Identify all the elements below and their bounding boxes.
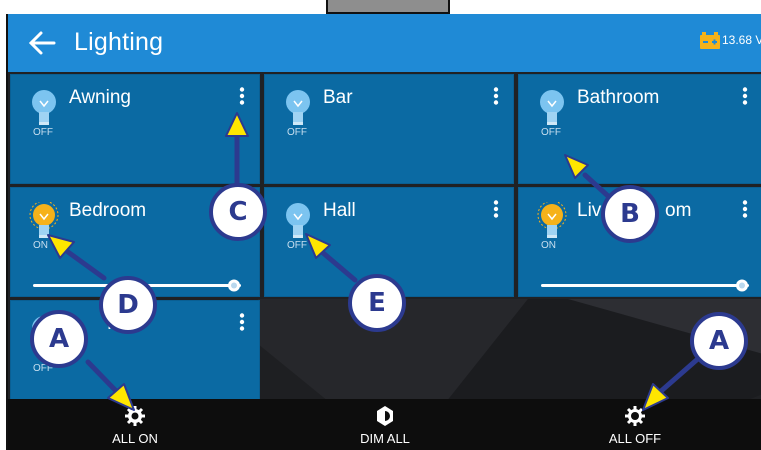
arrow-left-icon[interactable] <box>26 27 58 59</box>
tile-name: Bedroom <box>69 200 147 221</box>
callout-e: E <box>348 274 406 332</box>
bulb-off-icon <box>540 90 564 125</box>
battery-icon <box>700 32 720 49</box>
more-vert-icon[interactable] <box>493 200 499 218</box>
bulb-off-icon <box>286 90 310 125</box>
callout-a-right: A <box>690 312 748 370</box>
all-off-button[interactable]: ALL OFF <box>560 399 710 450</box>
tile-state: ON <box>541 240 556 251</box>
action-label: ALL OFF <box>608 431 662 446</box>
bulb-on-icon <box>537 202 567 238</box>
callout-b: B <box>601 185 659 243</box>
top-tab-decoration <box>326 0 450 14</box>
bulb-on-gear-icon <box>125 406 145 426</box>
more-vert-icon[interactable] <box>239 313 245 331</box>
tile-state: ON <box>33 240 48 251</box>
app-header: Lighting 13.68 V <box>8 14 761 72</box>
light-tile-bathroom[interactable]: Bathroom OFF <box>518 74 761 184</box>
battery-voltage: 13.68 V <box>722 33 761 47</box>
more-vert-icon[interactable] <box>742 200 748 218</box>
more-vert-icon[interactable] <box>239 87 245 105</box>
tile-state: OFF <box>33 127 53 138</box>
action-label: DIM ALL <box>360 431 410 446</box>
tile-name: Liv <box>577 200 602 221</box>
callout-d: D <box>99 276 157 334</box>
bulb-off-icon <box>286 203 310 238</box>
action-label: ALL ON <box>112 431 158 446</box>
callout-c: C <box>209 183 267 241</box>
dimmer-slider[interactable] <box>541 278 749 292</box>
tile-name: Bar <box>323 87 353 108</box>
page-title: Lighting <box>74 28 164 56</box>
all-on-button[interactable]: ALL ON <box>60 399 210 450</box>
bulb-off-icon <box>32 90 56 125</box>
dim-all-button[interactable]: DIM ALL <box>310 399 460 450</box>
tile-name: Awning <box>69 87 131 108</box>
light-tile-awning[interactable]: Awning OFF <box>10 74 260 184</box>
bottom-action-bar: ALL ON DIM ALL ALL OFF <box>8 399 761 450</box>
callout-a-left: A <box>30 310 88 368</box>
bulb-off-gear-icon <box>625 406 645 426</box>
tile-state: OFF <box>287 127 307 138</box>
more-vert-icon[interactable] <box>493 87 499 105</box>
tile-state: OFF <box>541 127 561 138</box>
more-vert-icon[interactable] <box>742 87 748 105</box>
tile-name-tail: om <box>665 200 692 221</box>
light-tile-bar[interactable]: Bar OFF <box>264 74 514 184</box>
tile-name: Hall <box>323 200 356 221</box>
bulb-on-icon <box>29 202 59 238</box>
dim-icon <box>377 406 393 426</box>
tile-name: Bathroom <box>577 87 660 108</box>
tile-state: OFF <box>287 240 307 251</box>
